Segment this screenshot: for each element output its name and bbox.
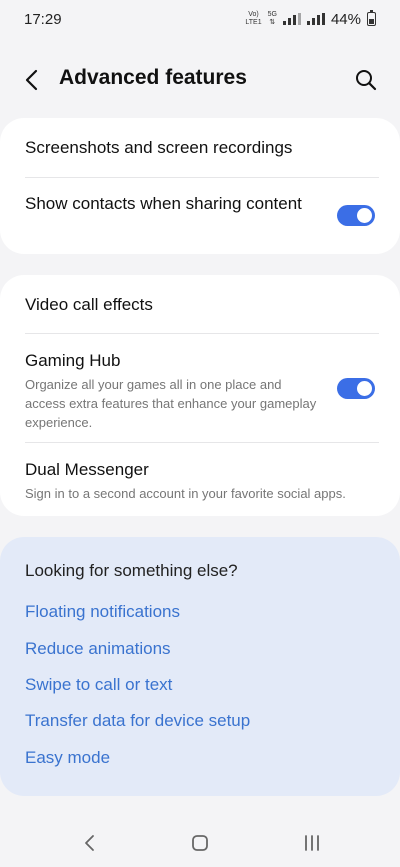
- navigation-bar: [0, 818, 400, 867]
- nav-back-button[interactable]: [75, 830, 105, 856]
- network-5g-indicator: 5G ⇅: [267, 11, 277, 26]
- nav-home-icon: [192, 835, 208, 851]
- divider: [25, 333, 379, 334]
- signal-icon-2: [306, 13, 325, 25]
- link-swipe-to-call[interactable]: Swipe to call or text: [25, 675, 172, 695]
- nav-back-icon: [85, 835, 94, 851]
- link-reduce-animations[interactable]: Reduce animations: [25, 639, 171, 659]
- suggestions-card: Looking for something else? Floating not…: [0, 537, 400, 796]
- nav-recents-icon: [305, 835, 319, 851]
- show-contacts-label: Show contacts when sharing content: [25, 194, 302, 213]
- link-easy-mode[interactable]: Easy mode: [25, 748, 110, 768]
- dual-messenger-item[interactable]: Dual Messenger Sign in to a second accou…: [0, 458, 400, 503]
- video-call-effects-label: Video call effects: [25, 295, 153, 314]
- gaming-hub-label: Gaming Hub: [25, 351, 121, 370]
- nav-home-button[interactable]: [185, 830, 215, 856]
- volte-indicator: Vo) LTE1: [245, 11, 262, 26]
- search-button[interactable]: [352, 66, 380, 94]
- gaming-hub-description: Organize all your games all in one place…: [25, 377, 317, 430]
- chevron-left-icon: [25, 69, 38, 91]
- video-call-effects-item[interactable]: Video call effects: [0, 293, 400, 317]
- suggestions-title: Looking for something else?: [25, 561, 238, 580]
- show-contacts-toggle[interactable]: [337, 205, 375, 226]
- page-title: Advanced features: [59, 66, 247, 89]
- status-bar: 17:29 Vo) LTE1 5G ⇅ 44%: [0, 0, 400, 38]
- search-icon: [356, 70, 377, 91]
- gaming-hub-toggle[interactable]: [337, 378, 375, 399]
- screenshots-label: Screenshots and screen recordings: [25, 138, 293, 157]
- app-bar: Advanced features: [0, 54, 400, 106]
- dual-messenger-description: Sign in to a second account in your favo…: [25, 486, 346, 501]
- divider: [25, 177, 379, 178]
- battery-icon: [367, 10, 376, 26]
- signal-icon: [282, 13, 301, 25]
- link-transfer-data[interactable]: Transfer data for device setup: [25, 711, 250, 731]
- status-time: 17:29: [24, 10, 62, 28]
- dual-messenger-label: Dual Messenger: [25, 460, 149, 479]
- settings-group-2: Video call effects Gaming Hub Organize a…: [0, 275, 400, 516]
- status-icons: Vo) LTE1 5G ⇅ 44%: [245, 10, 376, 28]
- back-button[interactable]: [18, 66, 46, 94]
- battery-percentage: 44%: [330, 10, 361, 28]
- settings-group-1: Screenshots and screen recordings Show c…: [0, 118, 400, 254]
- link-floating-notifications[interactable]: Floating notifications: [25, 602, 180, 622]
- screenshots-item[interactable]: Screenshots and screen recordings: [0, 136, 400, 160]
- nav-recents-button[interactable]: [297, 830, 327, 856]
- divider: [25, 442, 379, 443]
